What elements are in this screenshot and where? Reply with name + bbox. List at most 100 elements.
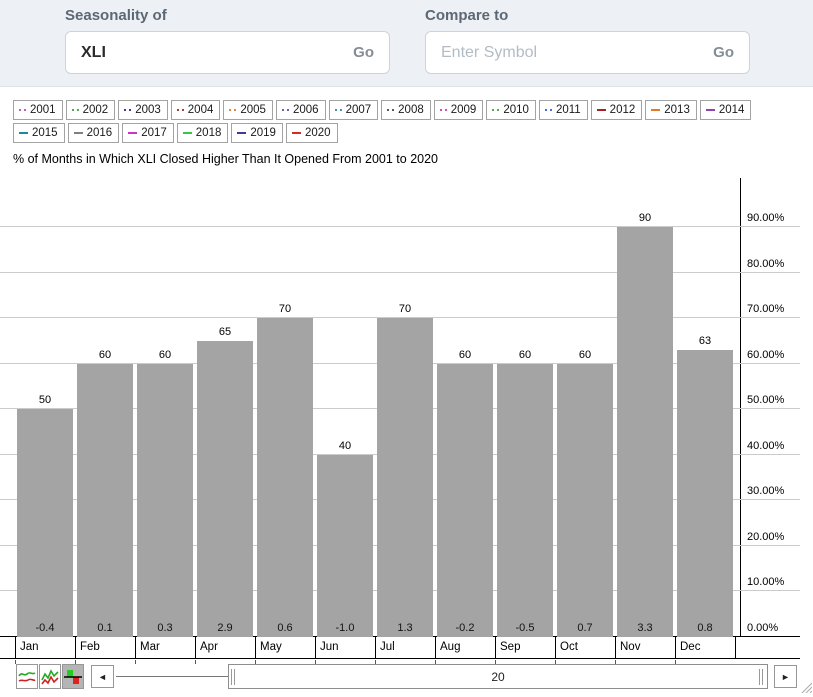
bar-Jul[interactable]	[377, 318, 433, 637]
month-label-May: May	[260, 641, 282, 653]
avg-return-label: -0.5	[495, 622, 555, 634]
year-toggle-2001[interactable]: 2001	[13, 100, 63, 120]
seasonality-app: Seasonality of Go Compare to Go 2001 2002…	[0, 0, 813, 697]
compare-input-box[interactable]: Go	[425, 31, 750, 74]
year-toggle-2005[interactable]: 2005	[223, 100, 273, 120]
year-line-marker-icon	[124, 109, 131, 111]
y-axis-tick-label: 50.00%	[747, 394, 784, 406]
month-tick	[615, 637, 616, 659]
month-slot-Jan: 50 -0.4	[15, 178, 75, 637]
month-tick	[195, 637, 196, 659]
year-toggle-2004[interactable]: 2004	[171, 100, 221, 120]
year-toggle-2012[interactable]: 2012	[591, 100, 643, 120]
year-label: 2012	[610, 104, 636, 116]
y-axis-tick-label: 80.00%	[747, 258, 784, 270]
year-toggle-2006[interactable]: 2006	[276, 100, 326, 120]
year-toggle-2010[interactable]: 2010	[486, 100, 536, 120]
resize-handle-icon[interactable]	[798, 679, 812, 693]
year-line-marker-icon	[597, 109, 606, 111]
month-slot-Apr: 652.9	[195, 178, 255, 637]
year-label: 2002	[83, 104, 109, 116]
avg-return-label: -0.4	[15, 622, 75, 634]
bar-Nov[interactable]	[617, 227, 673, 637]
year-line-marker-icon	[492, 109, 499, 111]
scrollbar-thumb[interactable]: 20	[228, 664, 768, 689]
month-slot-Mar: 600.3	[135, 178, 195, 637]
year-toggle-2008[interactable]: 2008	[381, 100, 431, 120]
year-line-marker-icon	[72, 109, 79, 111]
year-line-marker-icon	[282, 109, 289, 111]
symbol-header: Seasonality of Go Compare to Go	[0, 0, 813, 87]
avg-return-label: 0.1	[75, 622, 135, 634]
year-toggle-2007[interactable]: 2007	[329, 100, 379, 120]
symbol-input[interactable]	[81, 44, 353, 62]
chart-bottom-toolbar: ◄ 20 ►	[0, 664, 813, 692]
year-toggle-2009[interactable]: 2009	[434, 100, 484, 120]
month-tick	[75, 637, 76, 659]
year-label: 2008	[398, 104, 424, 116]
symbol-go-button[interactable]: Go	[353, 44, 374, 61]
thumb-left-grip[interactable]	[231, 669, 237, 685]
month-label-Nov: Nov	[620, 641, 640, 653]
thumb-right-grip[interactable]	[759, 669, 765, 685]
bar-chart-icon[interactable]	[62, 664, 84, 689]
month-tick	[135, 637, 136, 659]
year-toggle-2014[interactable]: 2014	[700, 100, 752, 120]
year-toggle-2013[interactable]: 2013	[645, 100, 697, 120]
bar-value-label: 70	[375, 303, 435, 315]
year-toggle-2011[interactable]: 2011	[539, 100, 588, 120]
y-axis-tick-label: 60.00%	[747, 349, 784, 361]
bar-Jan[interactable]	[17, 409, 73, 637]
year-toggle-2017[interactable]: 2017	[122, 123, 174, 143]
year-label: 2005	[240, 104, 266, 116]
year-toggle-2019[interactable]: 2019	[231, 123, 283, 143]
compare-go-button[interactable]: Go	[713, 44, 734, 61]
year-toggle-2020[interactable]: 2020	[286, 123, 338, 143]
bar-Oct[interactable]	[557, 364, 613, 637]
year-toggle-2003[interactable]: 2003	[118, 100, 168, 120]
bar-May[interactable]	[257, 318, 313, 637]
bar-Aug[interactable]	[437, 364, 493, 637]
scroll-left-button[interactable]: ◄	[91, 665, 114, 688]
scrollbar-track[interactable]	[116, 676, 228, 677]
bar-value-label: 60	[555, 349, 615, 361]
bar-Dec[interactable]	[677, 350, 733, 637]
month-label-Jun: Jun	[320, 641, 339, 653]
year-toggle-2018[interactable]: 2018	[177, 123, 229, 143]
mountain-chart-icon[interactable]	[39, 664, 61, 689]
bar-Jun[interactable]	[317, 455, 373, 637]
month-slot-Jul: 701.3	[375, 178, 435, 637]
scroll-right-button[interactable]: ►	[774, 665, 797, 688]
bar-value-label: 65	[195, 326, 255, 338]
y-axis-tick-label: 40.00%	[747, 440, 784, 452]
year-line-marker-icon	[237, 132, 246, 134]
year-label: 2013	[664, 104, 690, 116]
year-line-marker-icon	[19, 132, 28, 134]
month-label-Dec: Dec	[680, 641, 700, 653]
bar-value-label: 60	[135, 349, 195, 361]
y-axis-tick-label: 70.00%	[747, 303, 784, 315]
y-axis-tick-label: 0.00%	[747, 622, 778, 634]
month-tick	[375, 637, 376, 659]
bar-Apr[interactable]	[197, 341, 253, 637]
bar-value-label: 90	[615, 212, 675, 224]
month-label-Mar: Mar	[140, 641, 160, 653]
year-label: 2020	[305, 127, 331, 139]
avg-return-label: 0.8	[675, 622, 735, 634]
bar-Mar[interactable]	[137, 364, 193, 637]
avg-return-label: -0.2	[435, 622, 495, 634]
bar-value-label: 50	[15, 394, 75, 406]
year-toggle-2002[interactable]: 2002	[66, 100, 116, 120]
year-legend-toolbar: 2001 2002 20032004 2005 20062007 2008 20092010…	[13, 100, 801, 143]
year-toggle-2015[interactable]: 2015	[13, 123, 65, 143]
symbol-input-box[interactable]: Go	[65, 31, 390, 74]
year-toggle-2016[interactable]: 2016	[68, 123, 120, 143]
year-line-marker-icon	[292, 132, 301, 134]
month-tick	[315, 637, 316, 659]
compare-input[interactable]	[441, 44, 713, 62]
month-label-Sep: Sep	[500, 641, 520, 653]
bar-chart-glyph	[64, 668, 82, 686]
bar-Sep[interactable]	[497, 364, 553, 637]
bar-Feb[interactable]	[77, 364, 133, 637]
line-chart-icon[interactable]	[16, 664, 38, 689]
